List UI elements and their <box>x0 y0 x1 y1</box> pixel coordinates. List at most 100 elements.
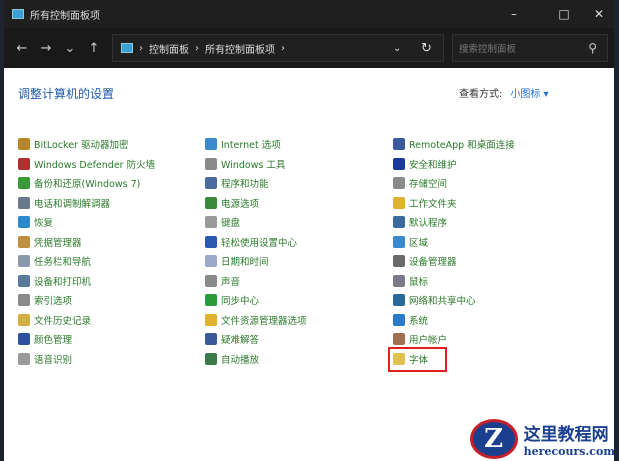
item-label: 设备和打印机 <box>34 276 92 288</box>
control-panel-item[interactable]: 文件历史记录 <box>18 312 91 328</box>
control-panel-item[interactable]: 工作文件夹 <box>393 195 457 211</box>
item-icon <box>205 274 217 287</box>
item-icon <box>393 216 405 228</box>
item-icon <box>205 235 217 248</box>
control-panel-item[interactable]: 电源选项 <box>205 195 259 211</box>
control-panel-item[interactable]: 网络和共享中心 <box>393 292 476 308</box>
control-panel-item[interactable]: 疑难解答 <box>205 331 259 347</box>
item-label: 颜色管理 <box>34 335 73 346</box>
item-icon <box>393 157 405 170</box>
item-label: BitLocker 驱动器加密 <box>34 140 129 151</box>
control-panel-item[interactable]: 索引选项 <box>18 292 72 308</box>
close-button[interactable]: ✕ <box>579 0 619 28</box>
item-label: 索引选项 <box>34 296 73 307</box>
search-input[interactable]: 搜索控制面板 ⚲ <box>452 34 608 62</box>
item-label: 系统 <box>409 315 429 327</box>
watermark: Z 这里教程网 herecours.com <box>469 419 615 459</box>
item-label: 鼠标 <box>409 276 429 288</box>
control-panel-item[interactable]: 程序和功能 <box>205 175 269 191</box>
watermark-name: 这里教程网 <box>523 425 609 445</box>
address-dropdown-button[interactable]: ⌄ <box>393 43 401 54</box>
item-label: 疑难解答 <box>221 335 260 346</box>
control-panel-item[interactable]: 设备和打印机 <box>18 273 91 289</box>
item-icon <box>18 157 30 170</box>
item-icon <box>205 196 217 209</box>
item-icon <box>393 313 405 326</box>
control-panel-item[interactable]: 自动播放 <box>205 351 259 367</box>
address-bar[interactable]: › 控制面板 › 所有控制面板项 › ⌄ ↻ <box>112 34 444 62</box>
control-panel-item[interactable]: BitLocker 驱动器加密 <box>18 136 128 152</box>
item-icon <box>205 138 217 150</box>
control-panel-item[interactable]: RemoteApp 和桌面连接 <box>393 136 515 152</box>
item-icon <box>18 235 30 248</box>
item-label: 文件资源管理器选项 <box>221 315 307 327</box>
control-panel-item[interactable]: 安全和维护 <box>393 156 457 172</box>
item-icon <box>18 274 30 287</box>
control-panel-item[interactable]: 电话和调制解调器 <box>18 195 110 211</box>
item-label: 工作文件夹 <box>409 198 457 210</box>
item-icon <box>393 138 405 150</box>
item-label: 安全和维护 <box>409 159 457 171</box>
control-panel-item[interactable]: 颜色管理 <box>18 331 72 347</box>
item-icon <box>393 177 405 189</box>
search-placeholder: 搜索控制面板 <box>459 44 517 55</box>
window-title: 所有控制面板项 <box>30 10 100 22</box>
control-panel-item[interactable]: 备份和还原(Windows 7) <box>18 175 140 191</box>
recent-locations-button[interactable]: ⌄ <box>58 41 82 56</box>
item-icon <box>18 313 30 326</box>
breadcrumb-control-panel[interactable]: 控制面板 <box>149 41 189 56</box>
view-by-label: 查看方式: <box>459 89 503 100</box>
control-panel-item[interactable]: 声音 <box>205 273 240 289</box>
control-panel-item[interactable]: 任务栏和导航 <box>18 253 91 269</box>
control-panel-item[interactable]: 键盘 <box>205 214 240 230</box>
control-panel-item[interactable]: 文件资源管理器选项 <box>205 312 307 328</box>
forward-button[interactable]: → <box>34 41 58 56</box>
refresh-button[interactable]: ↻ <box>421 41 432 56</box>
item-label: 同步中心 <box>221 296 260 307</box>
item-icon <box>205 216 217 228</box>
control-panel-item[interactable]: Windows Defender 防火墙 <box>18 156 155 172</box>
item-label: Windows 工具 <box>221 159 286 171</box>
item-label: 恢复 <box>34 218 54 229</box>
control-panel-item[interactable]: 鼠标 <box>393 273 428 289</box>
control-panel-item[interactable]: 默认程序 <box>393 214 447 230</box>
control-panel-item[interactable]: 轻松使用设置中心 <box>205 234 297 250</box>
up-button[interactable]: ↑ <box>82 41 106 56</box>
breadcrumb-separator[interactable]: › <box>281 43 285 54</box>
control-panel-item[interactable]: 设备管理器 <box>393 253 457 269</box>
back-button[interactable]: ← <box>10 41 34 56</box>
item-icon <box>18 196 30 209</box>
breadcrumb-all-items[interactable]: 所有控制面板项 <box>205 41 275 56</box>
item-icon <box>18 138 30 150</box>
item-icon <box>393 255 405 267</box>
item-icon <box>205 352 217 365</box>
item-label: 电话和调制解调器 <box>34 198 111 210</box>
item-icon <box>205 294 217 306</box>
control-panel-item[interactable]: 凭据管理器 <box>18 234 82 250</box>
control-panel-item[interactable]: 用户帐户 <box>393 331 447 347</box>
control-panel-item[interactable]: 区域 <box>393 234 428 250</box>
control-panel-item[interactable]: Internet 选项 <box>205 136 281 152</box>
item-label: 程序和功能 <box>221 179 269 190</box>
control-panel-window: 所有控制面板项 – □ ✕ ← → ⌄ ↑ › 控制面板 › 所有控制面板项 ›… <box>4 0 614 461</box>
item-icon <box>205 255 217 267</box>
control-panel-item[interactable]: Windows 工具 <box>205 156 285 172</box>
search-icon[interactable]: ⚲ <box>588 41 597 55</box>
item-label: 网络和共享中心 <box>409 296 476 307</box>
item-label: 文件历史记录 <box>34 315 92 327</box>
view-by-dropdown[interactable]: 小图标 ▾ <box>510 89 548 100</box>
control-panel-item[interactable]: 存储空间 <box>393 175 447 191</box>
control-panel-item[interactable]: 语音识别 <box>18 351 72 367</box>
control-panel-item[interactable]: 系统 <box>393 312 428 328</box>
maximize-button[interactable]: □ <box>544 0 584 28</box>
item-label: 任务栏和导航 <box>34 257 92 268</box>
control-panel-item[interactable]: 恢复 <box>18 214 53 230</box>
item-icon <box>393 235 405 248</box>
control-panel-icon <box>121 43 133 53</box>
item-icon <box>205 333 217 345</box>
minimize-button[interactable]: – <box>494 0 534 28</box>
control-panel-item[interactable]: 日期和时间 <box>205 253 269 269</box>
item-icon <box>393 196 405 209</box>
item-icon <box>18 333 30 345</box>
control-panel-item[interactable]: 同步中心 <box>205 292 259 308</box>
